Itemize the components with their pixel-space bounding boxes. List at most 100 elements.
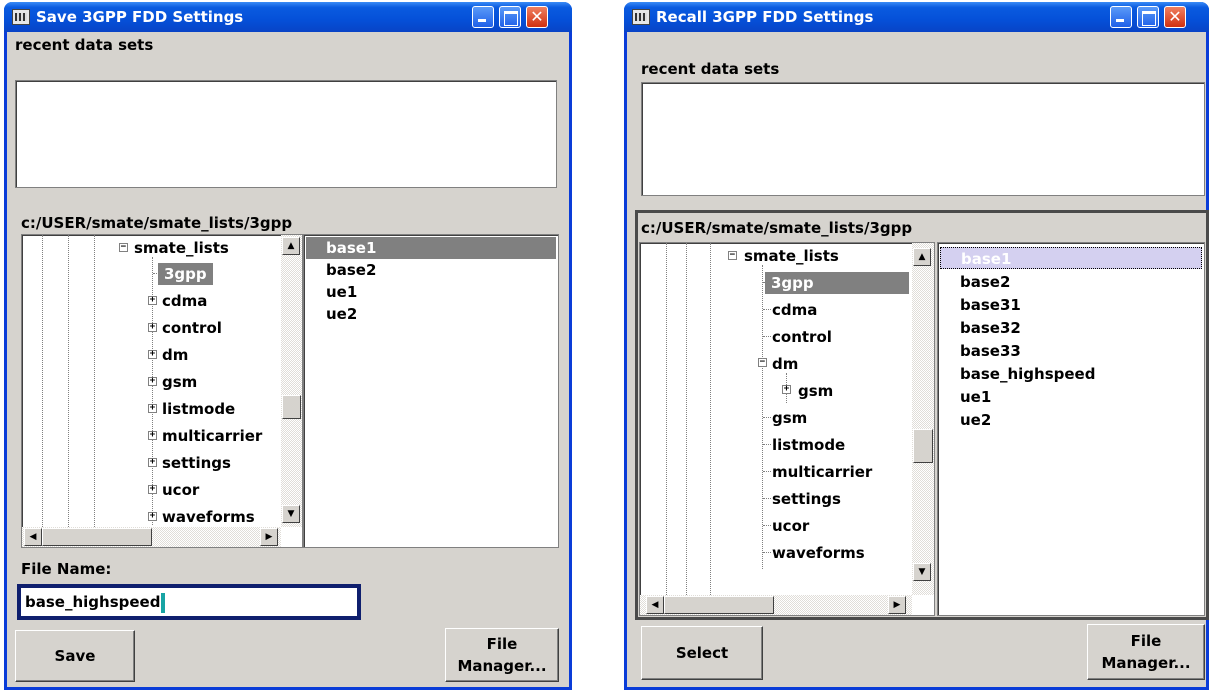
file-manager-button[interactable]: File Manager...	[1087, 624, 1205, 680]
expand-icon[interactable]: +	[148, 296, 157, 305]
tree-connector	[763, 444, 771, 445]
tree-connector	[763, 498, 771, 499]
select-button[interactable]: Select	[641, 626, 763, 680]
recent-data-sets-list[interactable]	[641, 82, 1205, 196]
scroll-right-icon[interactable]: ▶	[888, 596, 906, 614]
scrollbar-thumb[interactable]	[42, 528, 152, 546]
expand-icon[interactable]: +	[782, 385, 791, 394]
tree-item-listmode[interactable]: listmode	[162, 398, 235, 420]
scroll-right-icon[interactable]: ▶	[260, 528, 278, 546]
recall-dialog: Recall 3GPP FDD Settings ✕ recent data s…	[624, 2, 1209, 690]
tree-guide	[666, 243, 667, 595]
tree-item-smate-lists[interactable]: smate_lists	[744, 245, 839, 267]
maximize-icon[interactable]	[499, 6, 521, 28]
expand-icon[interactable]: +	[148, 350, 157, 359]
file-item[interactable]: base_highspeed	[960, 363, 1095, 385]
tree-item-cdma[interactable]: cdma	[162, 290, 207, 312]
scroll-left-icon[interactable]: ◀	[24, 528, 42, 546]
directory-tree[interactable]: − smate_lists 3gpp + cdma + control + dm…	[21, 234, 303, 548]
file-item[interactable]: ue2	[960, 409, 991, 431]
scrollbar-thumb[interactable]	[913, 429, 933, 463]
collapse-icon[interactable]: −	[758, 358, 767, 367]
file-list[interactable]: base1 base2 ue1 ue2	[303, 234, 559, 548]
file-manager-button-line2: Manager...	[457, 657, 547, 675]
tree-item-cdma[interactable]: cdma	[772, 299, 817, 321]
scroll-up-icon[interactable]: ▲	[282, 237, 300, 255]
close-icon[interactable]: ✕	[526, 6, 548, 28]
file-item[interactable]: base1	[306, 237, 556, 259]
tree-item-dm[interactable]: dm	[162, 344, 188, 366]
tree-connector	[763, 471, 771, 472]
tree-item-dm-gsm[interactable]: gsm	[798, 380, 833, 402]
file-manager-button[interactable]: File Manager...	[445, 628, 559, 682]
current-path: c:/USER/smate/smate_lists/3gpp	[641, 219, 913, 237]
recall-dialog-titlebar[interactable]: Recall 3GPP FDD Settings ✕	[624, 2, 1209, 32]
file-item[interactable]: base1	[940, 247, 1202, 269]
tree-item-waveforms[interactable]: waveforms	[772, 542, 865, 564]
tree-guide	[686, 243, 687, 595]
tree-item-control[interactable]: control	[772, 326, 832, 348]
collapse-icon[interactable]: −	[119, 243, 128, 252]
expand-icon[interactable]: +	[148, 485, 157, 494]
dialog-app-icon	[12, 9, 30, 25]
tree-item-settings[interactable]: settings	[162, 452, 231, 474]
file-item[interactable]: ue1	[326, 281, 357, 303]
file-list[interactable]: base1 base2 base31 base32 base33 base_hi…	[937, 242, 1205, 616]
tree-item-multicarrier[interactable]: multicarrier	[772, 461, 872, 483]
tree-item-3gpp[interactable]: 3gpp	[158, 263, 213, 285]
recent-data-sets-list[interactable]	[15, 80, 557, 188]
tree-item-3gpp[interactable]: 3gpp	[765, 272, 909, 294]
text-caret	[161, 592, 166, 613]
scroll-up-icon[interactable]: ▲	[913, 248, 931, 266]
save-dialog-titlebar[interactable]: Save 3GPP FDD Settings ✕	[4, 2, 572, 32]
directory-tree[interactable]: − smate_lists 3gpp cdma control − dm + g…	[639, 242, 935, 616]
save-dialog-title: Save 3GPP FDD Settings	[36, 8, 244, 26]
tree-item-waveforms[interactable]: waveforms	[162, 506, 255, 528]
save-dialog: Save 3GPP FDD Settings ✕ recent data set…	[4, 2, 572, 690]
dialog-app-icon	[632, 9, 650, 25]
tree-vertical-scrollbar[interactable]	[281, 235, 302, 527]
file-item[interactable]: base33	[960, 340, 1021, 362]
tree-item-ucor[interactable]: ucor	[772, 515, 809, 537]
scroll-down-icon[interactable]: ▼	[913, 563, 931, 581]
tree-vertical-scrollbar[interactable]	[912, 243, 934, 595]
tree-item-smate-lists[interactable]: smate_lists	[134, 237, 229, 259]
recall-dialog-title: Recall 3GPP FDD Settings	[656, 8, 874, 26]
file-item[interactable]: base32	[960, 317, 1021, 339]
file-item[interactable]: base2	[960, 271, 1010, 293]
file-item[interactable]: ue2	[326, 303, 357, 325]
expand-icon[interactable]: +	[148, 323, 157, 332]
scroll-left-icon[interactable]: ◀	[646, 596, 664, 614]
tree-guide	[42, 235, 43, 527]
tree-item-control[interactable]: control	[162, 317, 222, 339]
minimize-icon[interactable]	[472, 6, 494, 28]
recent-data-sets-label: recent data sets	[15, 36, 154, 54]
file-item[interactable]: base31	[960, 294, 1021, 316]
tree-connector	[763, 525, 771, 526]
tree-guide	[94, 235, 95, 527]
tree-item-gsm[interactable]: gsm	[162, 371, 197, 393]
expand-icon[interactable]: +	[148, 404, 157, 413]
file-name-input[interactable]: base_highspeed	[17, 584, 361, 620]
expand-icon[interactable]: +	[148, 377, 157, 386]
maximize-icon[interactable]	[1137, 6, 1159, 28]
file-item[interactable]: base2	[326, 259, 376, 281]
collapse-icon[interactable]: −	[728, 251, 737, 260]
file-item[interactable]: ue1	[960, 386, 991, 408]
minimize-icon[interactable]	[1110, 6, 1132, 28]
tree-item-dm[interactable]: dm	[772, 353, 798, 375]
tree-item-settings[interactable]: settings	[772, 488, 841, 510]
tree-guide	[710, 243, 711, 595]
expand-icon[interactable]: +	[148, 431, 157, 440]
scrollbar-thumb[interactable]	[664, 596, 774, 614]
save-button[interactable]: Save	[15, 630, 135, 682]
tree-item-gsm[interactable]: gsm	[772, 407, 807, 429]
tree-item-multicarrier[interactable]: multicarrier	[162, 425, 262, 447]
close-icon[interactable]: ✕	[1164, 6, 1186, 28]
expand-icon[interactable]: +	[148, 512, 157, 521]
tree-item-listmode[interactable]: listmode	[772, 434, 845, 456]
tree-item-ucor[interactable]: ucor	[162, 479, 199, 501]
expand-icon[interactable]: +	[148, 458, 157, 467]
scrollbar-thumb[interactable]	[282, 395, 301, 419]
scroll-down-icon[interactable]: ▼	[282, 505, 300, 523]
